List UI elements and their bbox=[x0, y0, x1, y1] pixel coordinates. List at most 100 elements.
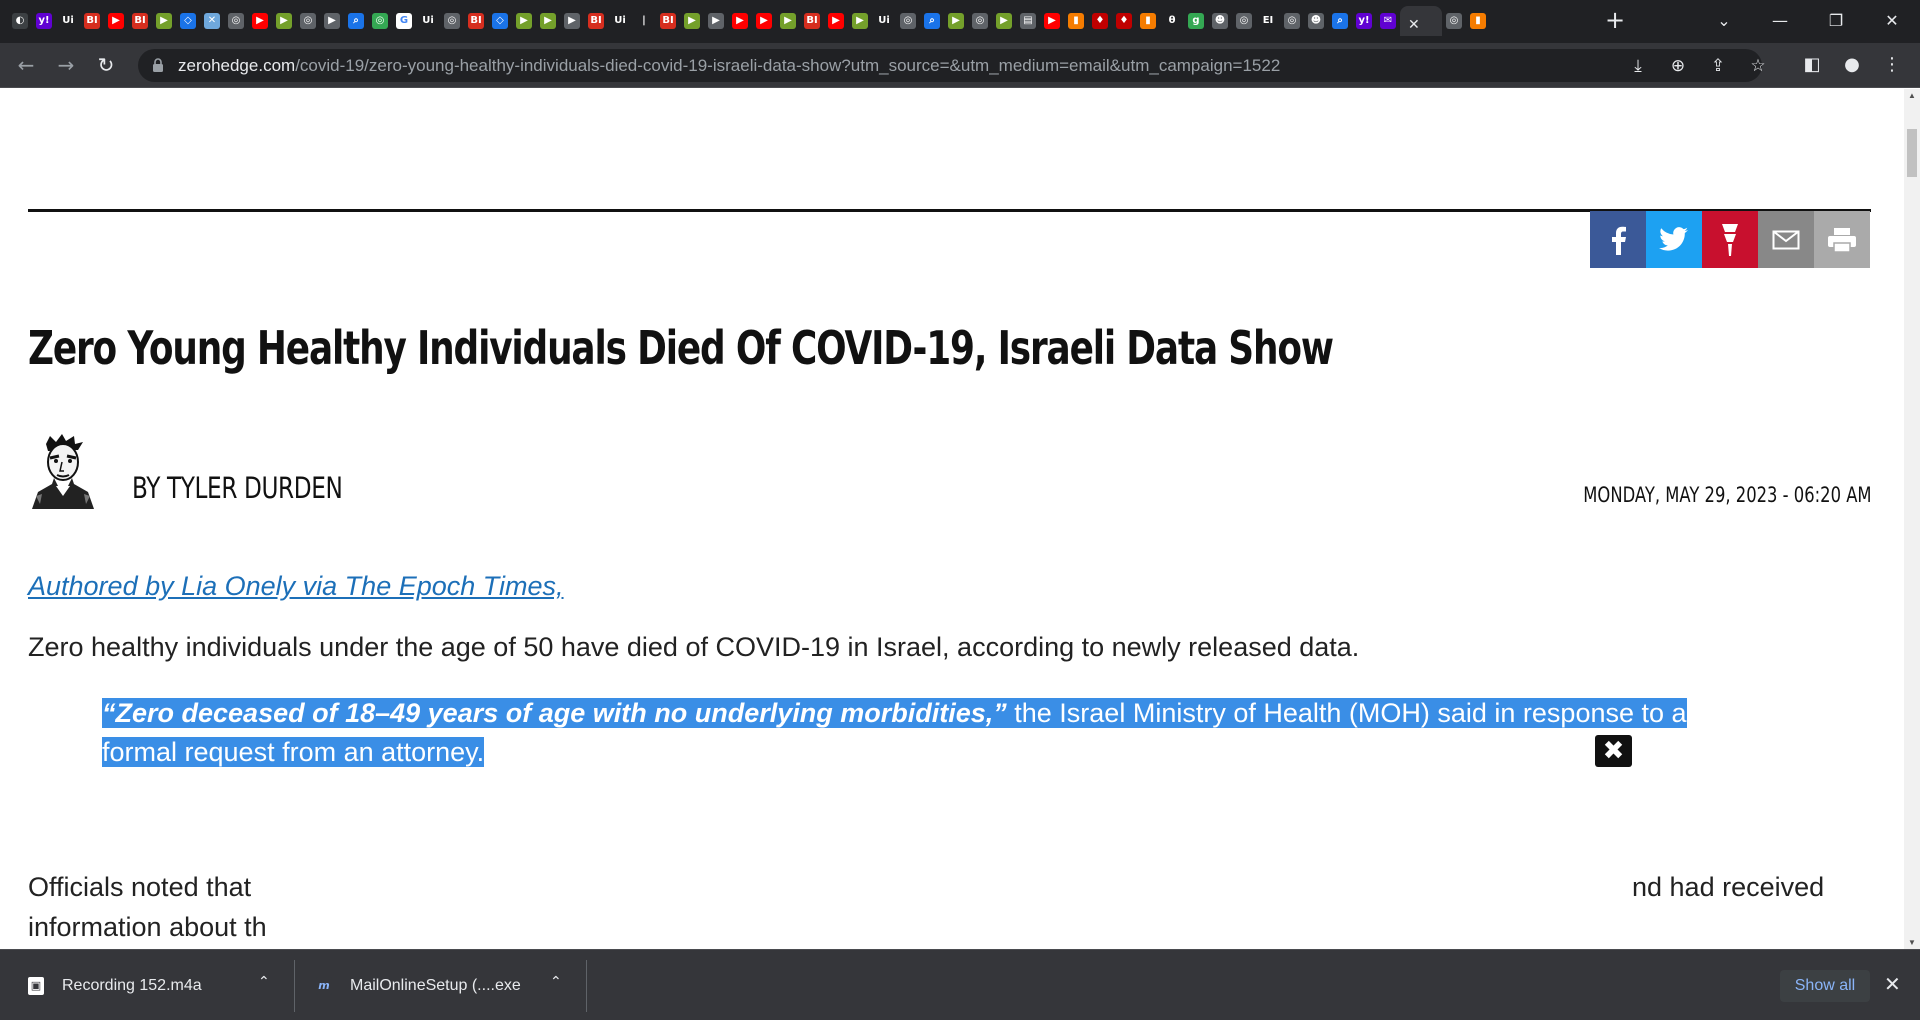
browser-tab[interactable]: | bbox=[632, 6, 656, 36]
browser-tab[interactable]: ▶ bbox=[776, 6, 800, 36]
browser-tab[interactable]: ▶ bbox=[536, 6, 560, 36]
browser-tab[interactable]: ▶ bbox=[992, 6, 1016, 36]
rumble-icon: ▶ bbox=[156, 13, 172, 29]
browser-tab[interactable]: Ui bbox=[608, 6, 632, 36]
new-tab-button[interactable]: + bbox=[1602, 8, 1628, 34]
browser-tab[interactable]: ▶ bbox=[944, 6, 968, 36]
browser-tab[interactable]: ◎ bbox=[1442, 6, 1466, 36]
browser-tab[interactable]: ⌕ bbox=[344, 6, 368, 36]
author-source-link[interactable]: Authored by Lia Onely via The Epoch Time… bbox=[28, 571, 564, 602]
browser-tab[interactable]: ◎ bbox=[224, 6, 248, 36]
browser-tab[interactable]: ▶ bbox=[680, 6, 704, 36]
globe-icon: ◎ bbox=[228, 13, 244, 29]
browser-tab[interactable]: BI bbox=[800, 6, 824, 36]
active-browser-tab[interactable]: ✕ bbox=[1400, 6, 1442, 36]
back-button[interactable]: ← bbox=[12, 51, 40, 79]
browser-tab[interactable]: ▶ bbox=[512, 6, 536, 36]
browser-tab[interactable]: ⌕ bbox=[920, 6, 944, 36]
browser-tab[interactable]: ◎ bbox=[296, 6, 320, 36]
shield-icon: ◇ bbox=[180, 13, 196, 29]
forward-button[interactable]: → bbox=[52, 51, 80, 79]
browser-tab[interactable]: BI bbox=[656, 6, 680, 36]
vertical-scrollbar[interactable]: ▲ ▼ bbox=[1904, 89, 1920, 949]
browser-tab[interactable]: ◎ bbox=[1232, 6, 1256, 36]
restore-button[interactable]: ❐ bbox=[1808, 0, 1864, 40]
browser-tab[interactable]: ◎ bbox=[896, 6, 920, 36]
browser-tab[interactable]: ☻ bbox=[1304, 6, 1328, 36]
browser-tab[interactable]: ♦ bbox=[1112, 6, 1136, 36]
reload-button[interactable]: ↻ bbox=[92, 51, 120, 79]
email-share-button[interactable] bbox=[1758, 211, 1814, 268]
browser-tab[interactable]: y! bbox=[1352, 6, 1376, 36]
browser-tab[interactable]: ◎ bbox=[1280, 6, 1304, 36]
close-overlay-button[interactable]: ✖ bbox=[1595, 735, 1632, 767]
browser-tab[interactable]: ◎ bbox=[440, 6, 464, 36]
ui-site-icon: Ui bbox=[420, 13, 436, 29]
browser-tab[interactable]: ◐ bbox=[8, 6, 32, 36]
twitter-share-button[interactable] bbox=[1646, 211, 1702, 268]
browser-tab[interactable]: EI bbox=[1256, 6, 1280, 36]
browser-tab[interactable]: Ui bbox=[416, 6, 440, 36]
print-button[interactable] bbox=[1814, 211, 1870, 268]
url-text[interactable]: zerohedge.com/covid-19/zero-young-health… bbox=[178, 49, 1280, 82]
browser-tab[interactable]: ◇ bbox=[176, 6, 200, 36]
close-window-button[interactable]: ✕ bbox=[1864, 0, 1920, 40]
browser-tab[interactable]: ▶ bbox=[752, 6, 776, 36]
browser-tab[interactable]: ◎ bbox=[968, 6, 992, 36]
download-options-chevron-icon[interactable]: ⌃ bbox=[550, 974, 562, 990]
download-item[interactable]: ▣ Recording 152.m4a bbox=[28, 950, 202, 1021]
facebook-share-button[interactable] bbox=[1590, 211, 1646, 268]
browser-tab[interactable]: ▮ bbox=[1466, 6, 1490, 36]
browser-tab[interactable]: ⌕ bbox=[1328, 6, 1352, 36]
browser-tab[interactable]: ✉ bbox=[1376, 6, 1400, 36]
browser-tab[interactable]: ♦ bbox=[1088, 6, 1112, 36]
zoom-icon[interactable]: ⊕ bbox=[1668, 56, 1688, 76]
browser-tab[interactable]: ▶ bbox=[848, 6, 872, 36]
browser-tab[interactable]: ▮ bbox=[1136, 6, 1160, 36]
address-bar[interactable]: zerohedge.com/covid-19/zero-young-health… bbox=[138, 49, 1766, 82]
browser-tab[interactable]: BI bbox=[584, 6, 608, 36]
browser-tab[interactable]: ▶ bbox=[152, 6, 176, 36]
browser-tab[interactable]: g bbox=[1184, 6, 1208, 36]
browser-tab[interactable]: Ui bbox=[872, 6, 896, 36]
profile-icon[interactable]: ● bbox=[1840, 53, 1864, 77]
bookmark-star-icon[interactable]: ☆ bbox=[1748, 56, 1768, 76]
browser-tab[interactable]: ▶ bbox=[560, 6, 584, 36]
browser-tab[interactable]: ☻ bbox=[1208, 6, 1232, 36]
download-options-chevron-icon[interactable]: ⌃ bbox=[258, 974, 270, 990]
browser-tab[interactable]: y! bbox=[32, 6, 56, 36]
browser-tab[interactable]: ▶ bbox=[824, 6, 848, 36]
browser-tab[interactable]: BI bbox=[464, 6, 488, 36]
browser-tab[interactable]: ▶ bbox=[320, 6, 344, 36]
tab-search-chevron-icon[interactable]: ⌄ bbox=[1696, 0, 1752, 40]
scroll-down-arrow-icon[interactable]: ▼ bbox=[1908, 938, 1916, 947]
browser-tab[interactable]: ✕ bbox=[200, 6, 224, 36]
browser-tab[interactable]: BI bbox=[128, 6, 152, 36]
share-icon[interactable]: ⇪ bbox=[1708, 56, 1728, 76]
browser-tab[interactable]: ▶ bbox=[104, 6, 128, 36]
browser-tab[interactable]: θ bbox=[1160, 6, 1184, 36]
install-app-icon[interactable]: ⤓ bbox=[1628, 56, 1648, 76]
browser-tab[interactable]: ◇ bbox=[488, 6, 512, 36]
browser-tab[interactable]: Ui bbox=[56, 6, 80, 36]
close-download-bar-button[interactable]: ✕ bbox=[1884, 972, 1901, 996]
gab-share-button[interactable] bbox=[1702, 211, 1758, 268]
browser-tab[interactable]: ◎ bbox=[368, 6, 392, 36]
browser-tab[interactable]: ▤ bbox=[1016, 6, 1040, 36]
show-all-downloads-button[interactable]: Show all bbox=[1780, 970, 1870, 1002]
download-item[interactable]: m MailOnlineSetup (....exe bbox=[316, 950, 521, 1021]
minimize-button[interactable]: — bbox=[1752, 0, 1808, 40]
scrollbar-thumb[interactable] bbox=[1907, 129, 1917, 177]
browser-tab[interactable]: ▶ bbox=[248, 6, 272, 36]
close-tab-icon[interactable]: ✕ bbox=[1408, 16, 1420, 33]
menu-kebab-icon[interactable]: ⋮ bbox=[1880, 53, 1904, 77]
browser-tab[interactable]: G bbox=[392, 6, 416, 36]
browser-tab[interactable]: BI bbox=[80, 6, 104, 36]
browser-tab[interactable]: ▶ bbox=[704, 6, 728, 36]
side-panel-icon[interactable]: ◧ bbox=[1800, 53, 1824, 77]
browser-tab[interactable]: ▶ bbox=[728, 6, 752, 36]
browser-tab[interactable]: ▮ bbox=[1064, 6, 1088, 36]
scroll-up-arrow-icon[interactable]: ▲ bbox=[1908, 91, 1916, 100]
browser-tab[interactable]: ▶ bbox=[272, 6, 296, 36]
browser-tab[interactable]: ▶ bbox=[1040, 6, 1064, 36]
